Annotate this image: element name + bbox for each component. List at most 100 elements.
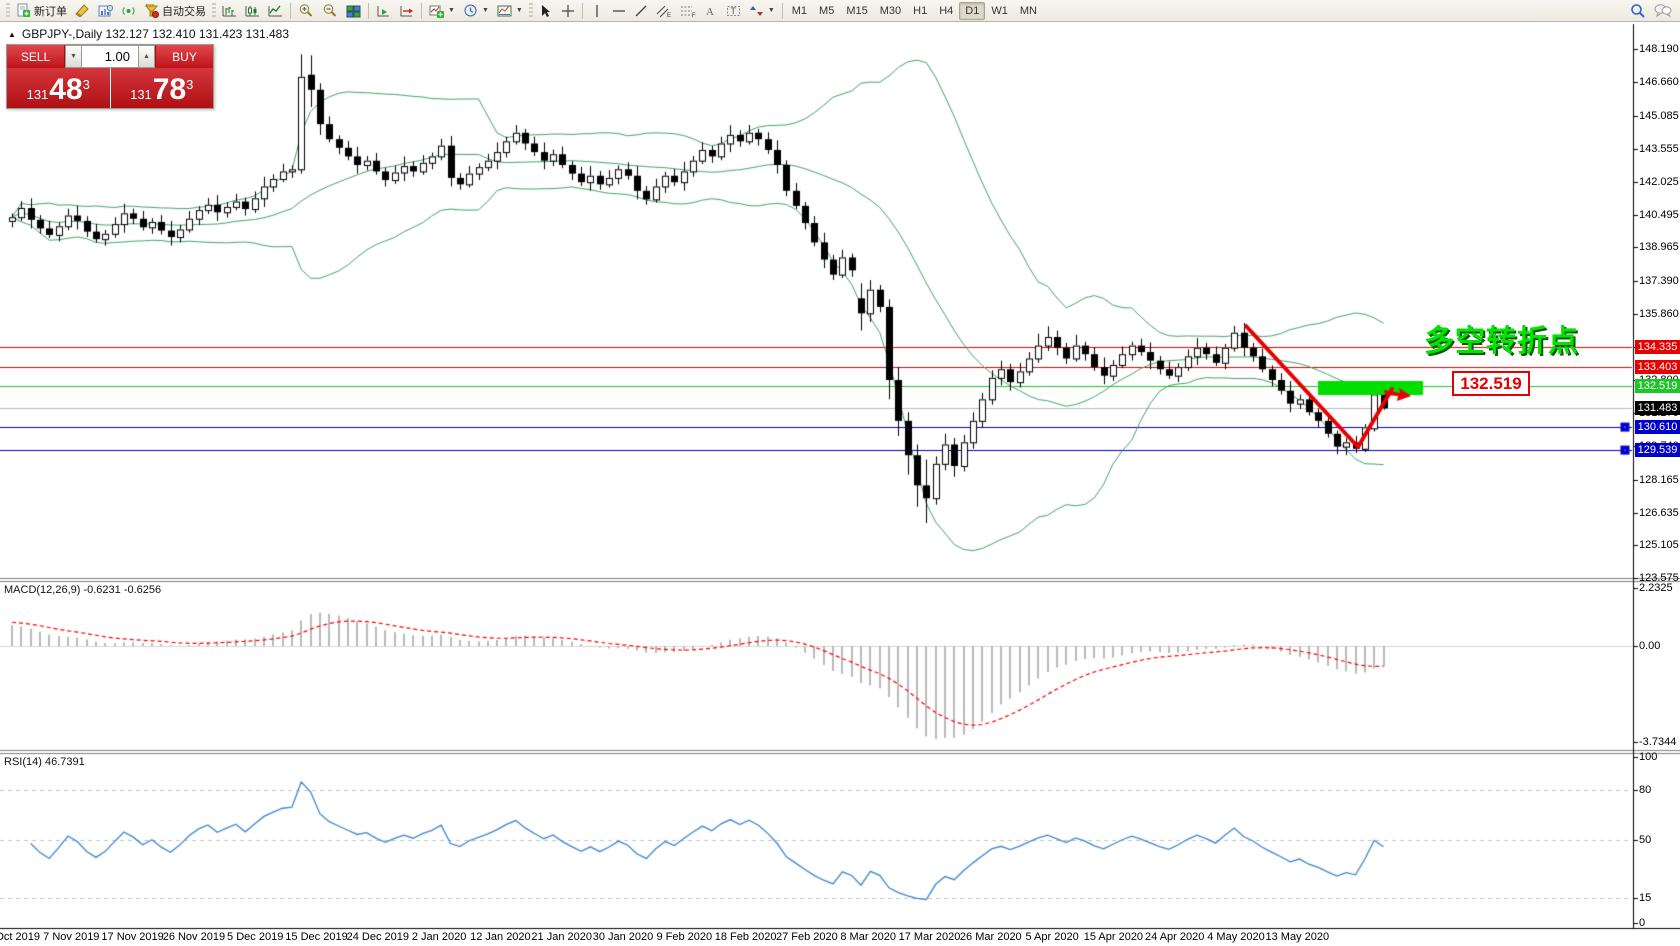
- templates-icon: [497, 4, 512, 18]
- vertical-line-icon: [591, 4, 603, 18]
- templates-button[interactable]: ▼: [493, 1, 527, 21]
- horizontal-line-icon: [612, 5, 626, 17]
- toolbar-separator: [290, 3, 291, 19]
- svg-text:E: E: [667, 13, 671, 18]
- level-132519-label[interactable]: 132.519: [1452, 371, 1530, 396]
- periods-button[interactable]: ▼: [459, 1, 493, 21]
- search-button[interactable]: [1626, 1, 1650, 21]
- buy-price-major: 131: [130, 85, 152, 105]
- price-tick: 143.555: [1639, 143, 1679, 155]
- line-chart-button[interactable]: [264, 1, 287, 21]
- svg-text:A: A: [706, 6, 714, 18]
- chart-shift-icon: [399, 4, 414, 18]
- date-label: 17 Nov 2019: [101, 931, 163, 943]
- price-tick: 146.660: [1639, 76, 1679, 88]
- timeframe-m15[interactable]: M15: [840, 2, 873, 20]
- date-label: 8 Mar 2020: [840, 931, 896, 943]
- date-label: 17 Mar 2020: [899, 931, 961, 943]
- date-label: 27 Feb 2020: [776, 931, 838, 943]
- timeframe-m5[interactable]: M5: [813, 2, 840, 20]
- auto-trading-label: 自动交易: [162, 3, 206, 19]
- signals-button[interactable]: [117, 1, 140, 21]
- price-tick: 137.390: [1639, 275, 1679, 287]
- timeframe-mn[interactable]: MN: [1014, 2, 1043, 20]
- new-order-button[interactable]: 新订单: [12, 1, 71, 21]
- date-label: 21 Jan 2020: [531, 931, 592, 943]
- zoom-out-icon: [322, 3, 338, 18]
- timeframe-h4[interactable]: H4: [933, 2, 959, 20]
- bar-chart-icon: [222, 4, 237, 18]
- market-depth-button[interactable]: [94, 1, 117, 21]
- new-order-icon: [16, 3, 31, 18]
- price-tick: 140.495: [1639, 209, 1679, 221]
- toolbar-grip: [529, 3, 533, 19]
- zoom-out-button[interactable]: [318, 1, 342, 21]
- trendline-button[interactable]: [630, 1, 652, 21]
- candlestick-chart-button[interactable]: [241, 1, 264, 21]
- vertical-line-button[interactable]: [586, 1, 608, 21]
- crosshair-button[interactable]: [557, 1, 579, 21]
- text-label-button[interactable]: T: [722, 1, 745, 21]
- sell-price-pips: 48: [49, 75, 82, 105]
- main-toolbar: 新订单 自动交易 ▼ ▼: [0, 0, 1680, 22]
- date-label: 24 Apr 2020: [1145, 931, 1204, 943]
- auto-trading-button[interactable]: 自动交易: [140, 1, 210, 21]
- search-icon: [1630, 3, 1646, 19]
- collapse-arrow-icon[interactable]: ▲: [8, 30, 16, 39]
- buy-button[interactable]: BUY: [155, 45, 213, 68]
- date-label: 30 Jan 2020: [593, 931, 654, 943]
- horizontal-line-button[interactable]: [608, 1, 630, 21]
- timeframe-m1[interactable]: M1: [786, 2, 813, 20]
- date-label: 24 Dec 2019: [347, 931, 409, 943]
- volume-up-button[interactable]: ▲: [138, 45, 155, 68]
- sell-price-button[interactable]: 131 48 3: [7, 68, 110, 108]
- timeframe-w1[interactable]: W1: [985, 2, 1014, 20]
- chat-button[interactable]: [1650, 1, 1676, 21]
- toolbar-grip: [6, 3, 10, 19]
- date-label: 26 Nov 2019: [163, 931, 225, 943]
- price-tick: 142.025: [1639, 176, 1679, 188]
- equidistant-channel-button[interactable]: E: [652, 1, 676, 21]
- sell-price-point: 3: [83, 68, 90, 102]
- one-click-trading-panel: SELL ▼ ▲ BUY 131 48 3 131 78 3: [6, 44, 214, 109]
- price-badge-133.403: 133.403: [1635, 360, 1680, 374]
- arrows-button[interactable]: ▼: [745, 1, 779, 21]
- sell-price-major: 131: [27, 85, 49, 105]
- timeframe-h1[interactable]: H1: [907, 2, 933, 20]
- date-label: 5 Apr 2020: [1025, 931, 1078, 943]
- dropdown-caret-icon: ▼: [768, 7, 775, 14]
- candlestick-chart-icon: [245, 4, 260, 18]
- tile-windows-button[interactable]: [342, 1, 365, 21]
- auto-scroll-button[interactable]: [372, 1, 395, 21]
- rsi-tick: 80: [1639, 784, 1651, 796]
- buy-price-button[interactable]: 131 78 3: [111, 68, 214, 108]
- price-tick: 145.085: [1639, 110, 1679, 122]
- timeframe-d1[interactable]: D1: [959, 2, 985, 20]
- chart-title: ▲ GBPJPY-,Daily 132.127 132.410 131.423 …: [8, 27, 289, 41]
- line-chart-icon: [268, 4, 283, 18]
- timeframe-m30[interactable]: M30: [874, 2, 907, 20]
- date-label: 13 May 2020: [1265, 931, 1329, 943]
- sell-button[interactable]: SELL: [7, 45, 65, 68]
- bar-chart-button[interactable]: [218, 1, 241, 21]
- cursor-icon: [539, 4, 552, 18]
- timeframe-group: M1M5M15M30H1H4D1W1MN: [786, 2, 1043, 20]
- zoom-in-button[interactable]: [294, 1, 318, 21]
- date-label: 29 Oct 2019: [0, 931, 40, 943]
- rsi-tick: 100: [1639, 751, 1657, 763]
- indicators-button[interactable]: ▼: [425, 1, 459, 21]
- chart-canvas[interactable]: [0, 0, 1680, 946]
- text-button[interactable]: A: [700, 1, 722, 21]
- volume-down-button[interactable]: ▼: [65, 45, 82, 68]
- cursor-button[interactable]: [535, 1, 557, 21]
- volume-input[interactable]: [82, 45, 138, 68]
- fibonacci-icon: F: [680, 4, 696, 18]
- chart-title-text: GBPJPY-,Daily 132.127 132.410 131.423 13…: [22, 27, 289, 41]
- chart-shift-button[interactable]: [395, 1, 418, 21]
- market-depth-icon: [98, 4, 113, 18]
- ticket-button[interactable]: [71, 1, 94, 21]
- toolbar-separator: [368, 3, 369, 19]
- rsi-tick: 0: [1639, 917, 1645, 929]
- fibonacci-button[interactable]: F: [676, 1, 700, 21]
- signals-icon: [121, 4, 136, 18]
